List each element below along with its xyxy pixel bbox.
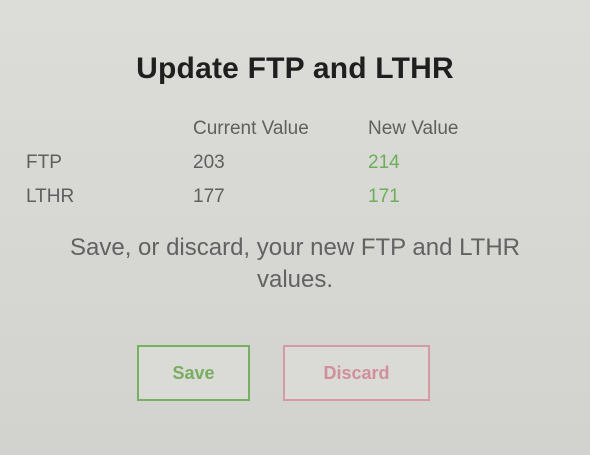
discard-button-label: Discard (323, 362, 390, 383)
save-button[interactable]: Save (137, 345, 250, 401)
update-ftp-lthr-dialog: Update FTP and LTHR Current Value New Va… (0, 0, 590, 455)
dialog-message: Save, or discard, your new FTP and LTHR … (70, 234, 520, 293)
discard-button[interactable]: Discard (283, 345, 430, 401)
save-button-label: Save (172, 362, 215, 383)
lthr-new-value: 171 (368, 186, 400, 207)
lthr-current-value: 177 (193, 186, 225, 207)
column-header-current: Current Value (193, 118, 309, 139)
row-label-lthr: LTHR (26, 186, 75, 207)
values-table: Current Value New Value FTP 203 214 LTHR… (0, 116, 590, 216)
ftp-new-value: 214 (368, 152, 400, 173)
dialog-title: Update FTP and LTHR (136, 52, 454, 85)
column-header-new: New Value (368, 118, 459, 139)
row-label-ftp: FTP (26, 152, 62, 173)
ftp-current-value: 203 (193, 152, 225, 173)
